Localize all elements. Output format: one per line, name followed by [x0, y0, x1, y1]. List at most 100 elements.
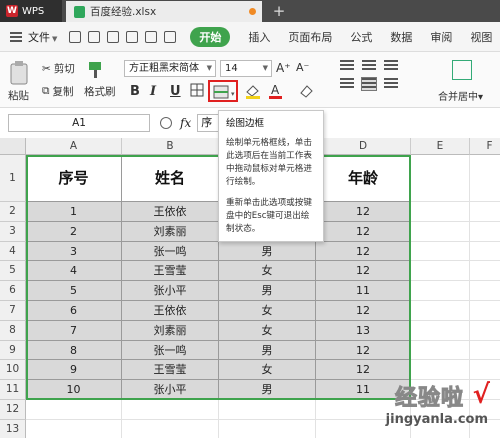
table-cell[interactable]: 5 [26, 281, 122, 301]
table-cell[interactable]: 张一鸣 [122, 241, 219, 262]
row-header[interactable]: 8 [0, 320, 26, 341]
table-cell[interactable]: 男 [219, 340, 316, 361]
merge-center-icon[interactable] [452, 60, 472, 80]
bold-button[interactable]: B [130, 84, 140, 99]
empty-cell[interactable] [470, 155, 500, 202]
file-menu[interactable]: 文件 ▼ [28, 29, 57, 45]
table-cell[interactable]: 张一鸣 [122, 340, 219, 361]
table-cell[interactable]: 7 [26, 320, 122, 341]
menu-icon[interactable] [10, 31, 22, 42]
grow-font-button[interactable]: A⁺ [276, 61, 291, 75]
table-cell[interactable]: 13 [316, 320, 411, 341]
table-header-cell[interactable]: 年龄 [316, 155, 411, 202]
column-header-f[interactable]: F [470, 138, 500, 155]
table-cell[interactable]: 8 [26, 340, 122, 361]
empty-cell[interactable] [470, 281, 500, 301]
empty-cell[interactable] [470, 320, 500, 341]
empty-cell[interactable] [470, 360, 500, 381]
table-cell[interactable]: 男 [219, 241, 316, 262]
table-cell[interactable]: 9 [26, 360, 122, 381]
cut-button[interactable]: ✂ 剪切 [42, 61, 75, 76]
empty-cell[interactable] [122, 400, 219, 420]
table-cell[interactable]: 1 [26, 202, 122, 222]
table-cell[interactable]: 12 [316, 360, 411, 381]
table-cell[interactable]: 3 [26, 241, 122, 262]
name-box[interactable]: A1 [8, 114, 150, 132]
merge-center-button[interactable]: 合并居中▾ [438, 88, 483, 103]
row-header[interactable]: 12 [0, 400, 26, 420]
table-cell[interactable]: 6 [26, 301, 122, 321]
empty-cell[interactable] [411, 261, 470, 282]
table-cell[interactable]: 4 [26, 261, 122, 282]
table-cell[interactable]: 刘素丽 [122, 320, 219, 341]
column-header-e[interactable]: E [411, 138, 470, 155]
italic-button[interactable]: I [150, 84, 156, 99]
table-cell[interactable]: 12 [316, 301, 411, 321]
row-header[interactable]: 5 [0, 261, 26, 282]
tab-start[interactable]: 开始 [190, 26, 231, 47]
row-header[interactable]: 9 [0, 340, 26, 361]
zoom-icon[interactable] [160, 117, 172, 129]
empty-cell[interactable] [411, 360, 470, 381]
table-cell[interactable]: 女 [219, 320, 316, 341]
row-header[interactable]: 10 [0, 360, 26, 381]
file-tab[interactable]: 百度经验.xlsx [66, 1, 262, 22]
empty-cell[interactable] [219, 400, 316, 420]
row-header[interactable]: 6 [0, 281, 26, 301]
table-cell[interactable]: 王雪莹 [122, 360, 219, 381]
empty-cell[interactable] [411, 320, 470, 341]
empty-cell[interactable] [411, 281, 470, 301]
print-icon[interactable] [107, 30, 120, 43]
table-cell[interactable]: 女 [219, 360, 316, 381]
export-pdf-icon[interactable] [88, 30, 101, 43]
table-cell[interactable]: 男 [219, 281, 316, 301]
row-header[interactable]: 13 [0, 419, 26, 438]
tab-data[interactable]: 数据 [390, 29, 412, 45]
copy-button[interactable]: ⧉ 复制 [42, 84, 74, 99]
empty-cell[interactable] [470, 221, 500, 242]
empty-cell[interactable] [470, 340, 500, 361]
empty-cell[interactable] [26, 400, 122, 420]
format-painter-button[interactable]: 格式刷 [84, 84, 116, 99]
empty-cell[interactable] [122, 419, 219, 438]
table-cell[interactable]: 12 [316, 202, 411, 222]
table-header-cell[interactable]: 姓名 [122, 155, 219, 202]
clear-format-icon[interactable] [298, 83, 314, 99]
shrink-font-button[interactable]: A⁻ [296, 61, 309, 74]
function-button[interactable]: fx [180, 116, 191, 130]
table-cell[interactable]: 2 [26, 221, 122, 242]
print-preview-icon[interactable] [126, 30, 139, 43]
fill-color-icon[interactable] [244, 83, 262, 99]
underline-button[interactable]: U [170, 84, 181, 99]
empty-cell[interactable] [26, 419, 122, 438]
align-middle-icon[interactable] [362, 60, 376, 72]
align-bottom-icon[interactable] [384, 60, 398, 72]
table-cell[interactable]: 12 [316, 261, 411, 282]
row-header[interactable]: 11 [0, 380, 26, 400]
row-header[interactable]: 3 [0, 221, 26, 242]
table-cell[interactable]: 12 [316, 221, 411, 242]
empty-cell[interactable] [411, 241, 470, 262]
align-right-icon[interactable] [384, 78, 398, 90]
row-header[interactable]: 2 [0, 202, 26, 222]
empty-cell[interactable] [411, 202, 470, 222]
empty-cell[interactable] [411, 155, 470, 202]
new-tab-button[interactable]: + [268, 1, 290, 21]
row-header[interactable]: 1 [0, 155, 26, 202]
redo-icon[interactable] [164, 30, 177, 43]
align-left-icon[interactable] [340, 78, 354, 90]
empty-cell[interactable] [411, 221, 470, 242]
table-cell[interactable]: 男 [219, 380, 316, 400]
draw-border-button[interactable]: ▾ [208, 80, 238, 102]
empty-cell[interactable] [470, 241, 500, 262]
undo-icon[interactable] [145, 30, 158, 43]
font-name-select[interactable]: 方正粗黑宋简体 ▼ [124, 60, 216, 77]
table-cell[interactable]: 王依依 [122, 301, 219, 321]
tab-formulas[interactable]: 公式 [350, 29, 372, 45]
align-top-icon[interactable] [340, 60, 354, 72]
table-cell[interactable]: 10 [26, 380, 122, 400]
save-icon[interactable] [69, 30, 82, 43]
table-cell[interactable]: 女 [219, 301, 316, 321]
column-header-b[interactable]: B [122, 138, 219, 155]
table-header-cell[interactable]: 序号 [26, 155, 122, 202]
